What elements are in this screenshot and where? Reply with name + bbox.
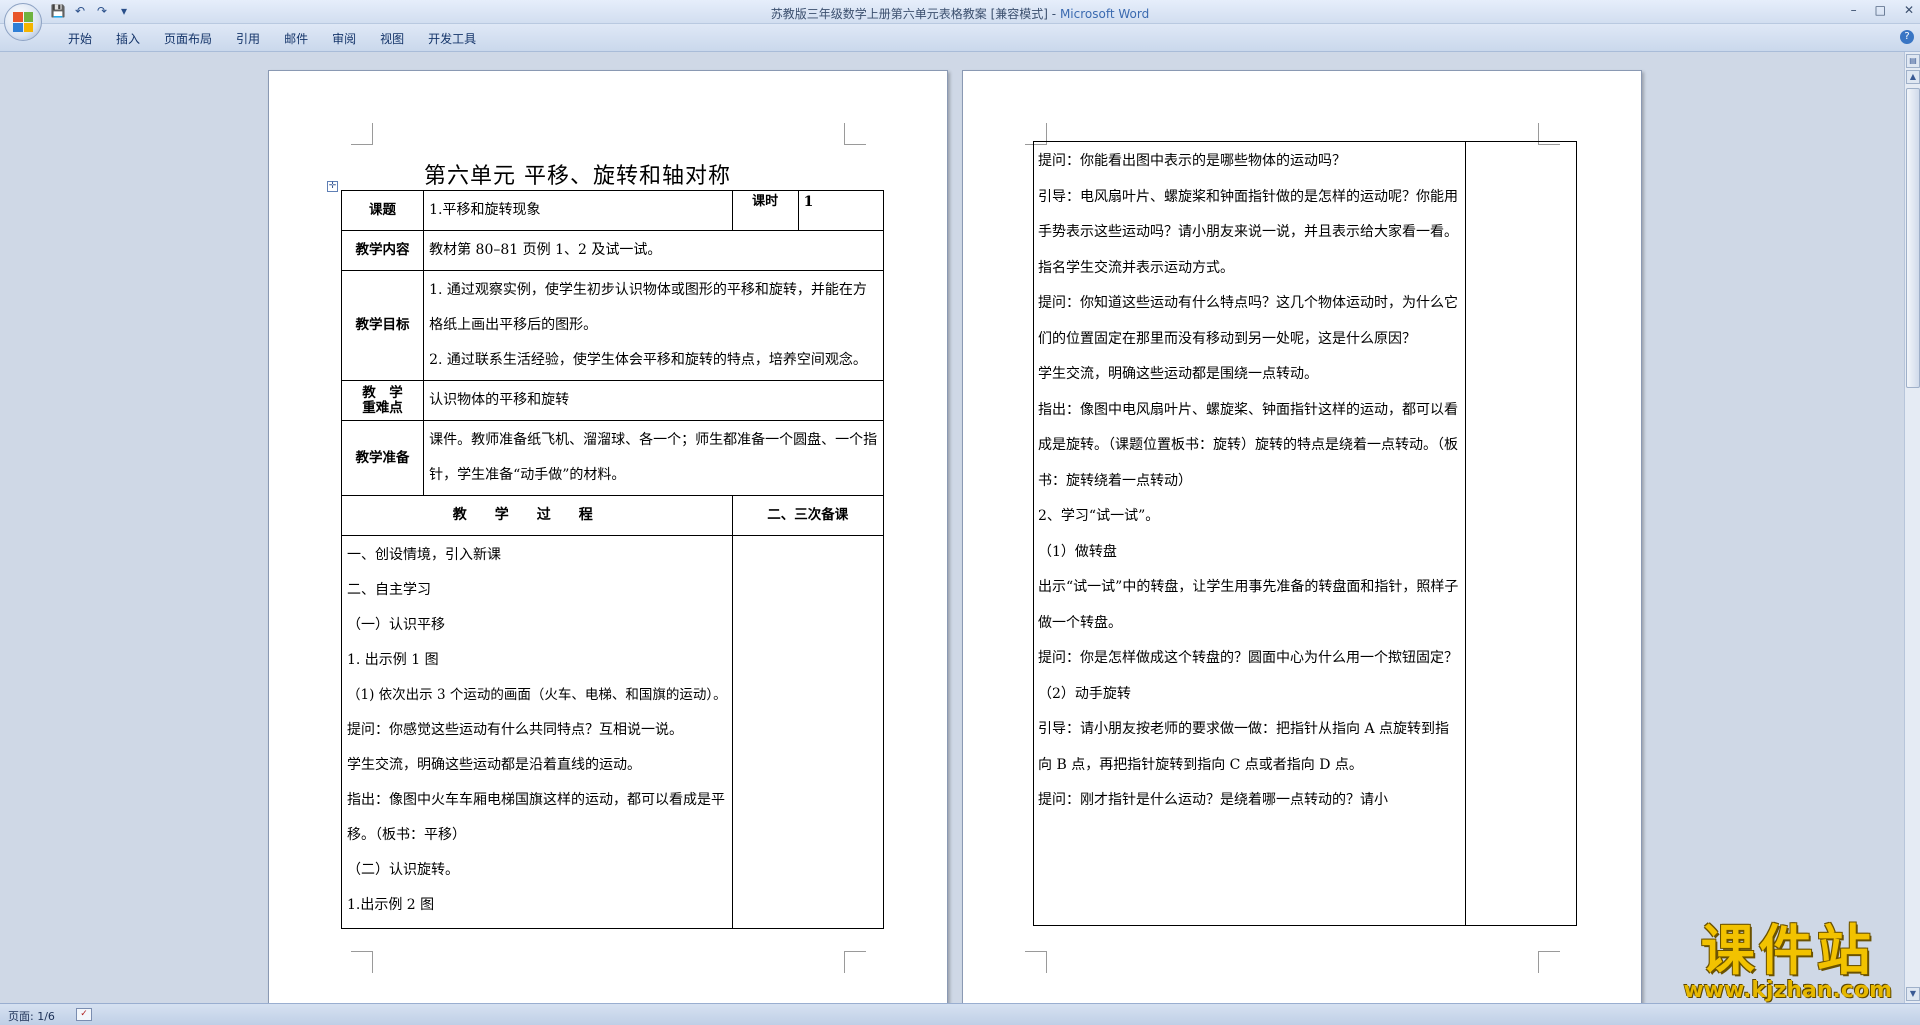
process-line: 2、学习“试一试”。 <box>1038 508 1160 524</box>
title-bar: 💾 ↶ ↷ ▾ 苏教版三年级数学上册第六单元表格教案 [兼容模式] - Micr… <box>0 0 1920 41</box>
watermark-url: www.kjzhan.com <box>1683 978 1892 1003</box>
process-line: （1）做转盘 <box>1038 543 1117 560</box>
document-title: 第六单元 平移、旋转和轴对称 <box>424 164 731 189</box>
lesson-table: 课题 1.平移和旋转现象 课时 1 教学内容 教材第 80–81 页例 1、2 … <box>340 190 885 929</box>
focus-label: 教 学 重难点 <box>340 380 425 421</box>
process-line: 指出：像图中电风扇叶片、螺旋桨、钟面指针这样的运动，都可以看成是旋转。（课题位置… <box>1038 401 1458 489</box>
process-text: 提问：你能看出图中表示的是哪些物体的运动吗？ 引导：电风扇叶片、螺旋桨和钟面指针… <box>1034 142 1465 821</box>
close-icon[interactable]: ✕ <box>1904 3 1914 17</box>
scroll-thumb[interactable] <box>1906 88 1920 388</box>
margin-mark <box>1538 951 1560 973</box>
process-line: 二、自主学习 <box>347 582 431 598</box>
period-label: 课时 <box>731 190 799 231</box>
process-line: 学生交流，明确这些运动都是围绕一点转动。 <box>1038 366 1318 382</box>
process-line: 指名学生交流并表示运动方式。 <box>1038 259 1234 276</box>
goal-item: 2. 通过联系生活经验，使学生体会平移和旋转的特点，培养空间观念。 <box>429 352 867 368</box>
table-move-handle-icon[interactable]: ✛ <box>327 181 338 192</box>
ribbon: 开始 插入 页面布局 引用 邮件 审阅 视图 开发工具 ? <box>0 24 1920 52</box>
tab-developer[interactable]: 开发工具 <box>416 30 488 48</box>
process-cell[interactable]: 提问：你能看出图中表示的是哪些物体的运动吗？ 引导：电风扇叶片、螺旋桨和钟面指针… <box>1033 141 1466 926</box>
office-button[interactable] <box>4 3 42 41</box>
table-row: 提问：你能看出图中表示的是哪些物体的运动吗？ 引导：电风扇叶片、螺旋桨和钟面指针… <box>1033 141 1577 926</box>
minimize-icon[interactable]: – <box>1851 3 1857 17</box>
content-value[interactable]: 教材第 80–81 页例 1、2 及试一试。 <box>423 230 884 271</box>
page-2: 提问：你能看出图中表示的是哪些物体的运动吗？ 引导：电风扇叶片、螺旋桨和钟面指针… <box>962 70 1642 1003</box>
goals-value[interactable]: 1. 通过观察实例，使学生初步认识物体或图形的平移和旋转，并能在方格纸上画出平移… <box>423 270 884 381</box>
margin-mark <box>1025 951 1047 973</box>
notes-header: 二、三次备课 <box>731 495 885 536</box>
process-line: 引导：电风扇叶片、螺旋桨和钟面指针做的是怎样的运动呢？你能用手势表示这些运动吗？… <box>1038 188 1458 241</box>
goals-label: 教学目标 <box>340 270 425 381</box>
process-line: 提问：你能看出图中表示的是哪些物体的运动吗？ <box>1038 153 1346 169</box>
tab-mailings[interactable]: 邮件 <box>272 30 320 48</box>
page-1: ✛ 第六单元 平移、旋转和轴对称 课题 1.平移和旋转现象 课时 1 教学内容 … <box>268 70 948 1003</box>
tab-references[interactable]: 引用 <box>224 30 272 48</box>
process-line: （1) 依次出示 3 个运动的画面（火车、电梯、和国旗的运动）。 <box>347 687 727 703</box>
process-line: （一）认识平移 <box>347 617 445 633</box>
process-line: 出示“试一试”中的转盘，让学生用事先准备的转盘面和指针，照样子做一个转盘。 <box>1038 579 1459 631</box>
focus-label-line: 教 学 <box>362 384 403 401</box>
process-line: 提问：你知道这些运动有什么特点吗？这几个物体运动时，为什么它们的位置固定在那里而… <box>1038 295 1458 347</box>
margin-mark <box>351 951 373 973</box>
table-row: 教学目标 1. 通过观察实例，使学生初步认识物体或图形的平移和旋转，并能在方格纸… <box>340 270 884 381</box>
process-line: 提问：刚才指针是什么运动？是绕着哪一点转动的？请小 <box>1038 792 1388 808</box>
process-line: 提问：你感觉这些运动有什么共同特点？互相说一说。 <box>347 722 683 738</box>
maximize-icon[interactable]: □ <box>1875 3 1886 17</box>
focus-value[interactable]: 认识物体的平移和旋转 <box>423 380 884 421</box>
ruler-toggle-icon[interactable]: ▤ <box>1906 54 1920 68</box>
period-value[interactable]: 1 <box>797 190 885 231</box>
tab-view[interactable]: 视图 <box>368 30 416 48</box>
help-icon[interactable]: ? <box>1900 30 1914 44</box>
content-label: 教学内容 <box>340 230 425 271</box>
process-line: 一、创设情境，引入新课 <box>347 547 501 563</box>
process-line: 指出：像图中火车车厢电梯国旗这样的运动，都可以看成是平移。（板书：平移） <box>347 792 725 843</box>
table-row: 教学准备 课件。教师准备纸飞机、溜溜球、各一个；师生都准备一个圆盘、一个指针，学… <box>340 420 884 496</box>
table-row: 课题 1.平移和旋转现象 课时 1 <box>340 190 885 231</box>
notes-cell[interactable] <box>731 535 885 929</box>
watermark-logo: 课件站 www.kjzhan.com <box>1683 923 1892 1003</box>
tab-home[interactable]: 开始 <box>56 30 104 48</box>
table-row: 教学过程 二、三次备课 <box>341 495 885 536</box>
process-line: 提问：你是怎样做成这个转盘的？圆面中心为什么用一个揿钮固定？ <box>1038 650 1458 666</box>
prep-label: 教学准备 <box>340 420 425 496</box>
prep-value[interactable]: 课件。教师准备纸飞机、溜溜球、各一个；师生都准备一个圆盘、一个指针，学生准备“动… <box>423 420 884 496</box>
course-value[interactable]: 1.平移和旋转现象 <box>423 190 733 231</box>
process-line: （二）认识旋转。 <box>347 862 459 878</box>
tab-review[interactable]: 审阅 <box>320 30 368 48</box>
window-title: 苏教版三年级数学上册第六单元表格教案 [兼容模式] - Microsoft Wo… <box>770 7 1150 21</box>
process-cell[interactable]: 一、创设情境，引入新课 二、自主学习 （一）认识平移 1. 出示例 1 图 （1… <box>341 535 733 929</box>
document-workspace: ✛ 第六单元 平移、旋转和轴对称 课题 1.平移和旋转现象 课时 1 教学内容 … <box>0 52 1904 1003</box>
ribbon-tabs: 开始 插入 页面布局 引用 邮件 审阅 视图 开发工具 <box>56 30 488 48</box>
process-line: （2）动手旋转 <box>1038 685 1131 702</box>
process-header: 教学过程 <box>341 495 733 536</box>
process-line: 1. 出示例 1 图 <box>347 652 439 668</box>
office-logo-icon <box>13 12 33 32</box>
continued-table: 提问：你能看出图中表示的是哪些物体的运动吗？ 引导：电风扇叶片、螺旋桨和钟面指针… <box>1033 141 1577 926</box>
process-line: 学生交流，明确这些运动都是沿着直线的运动。 <box>347 757 641 773</box>
table-row: 一、创设情境，引入新课 二、自主学习 （一）认识平移 1. 出示例 1 图 （1… <box>341 535 885 929</box>
margin-mark <box>844 123 866 145</box>
proofing-icon[interactable]: ✓ <box>76 1008 92 1021</box>
page-counter[interactable]: 页面: 1/6 <box>8 1008 55 1024</box>
app-name: Microsoft Word <box>1059 7 1150 21</box>
watermark-name: 课件站 <box>1700 919 1875 982</box>
vertical-scrollbar[interactable]: ▤ ▲ ▼ <box>1904 52 1920 1003</box>
scroll-down-icon[interactable]: ▼ <box>1906 987 1920 1001</box>
document-name: 苏教版三年级数学上册第六单元表格教案 [兼容模式] <box>770 7 1048 21</box>
goal-item: 1. 通过观察实例，使学生初步认识物体或图形的平移和旋转，并能在方格纸上画出平移… <box>429 282 867 333</box>
process-line: 引导：请小朋友按老师的要求做一做：把指针从指向 A 点旋转到指向 B 点，再把指… <box>1038 721 1450 773</box>
notes-cell[interactable] <box>1465 141 1577 926</box>
tab-page-layout[interactable]: 页面布局 <box>152 30 224 48</box>
scroll-up-icon[interactable]: ▲ <box>1906 70 1920 84</box>
process-line: 1.出示例 2 图 <box>347 897 435 913</box>
window-controls: – □ ✕ <box>1851 3 1914 17</box>
status-bar: 页面: 1/6 ✓ <box>0 1003 1920 1025</box>
course-label: 课题 <box>340 190 425 231</box>
table-row: 教学内容 教材第 80–81 页例 1、2 及试一试。 <box>340 230 884 271</box>
focus-label-line: 重难点 <box>362 399 403 416</box>
margin-mark <box>844 951 866 973</box>
tab-insert[interactable]: 插入 <box>104 30 152 48</box>
table-row: 教 学 重难点 认识物体的平移和旋转 <box>340 380 884 421</box>
margin-mark <box>351 123 373 145</box>
